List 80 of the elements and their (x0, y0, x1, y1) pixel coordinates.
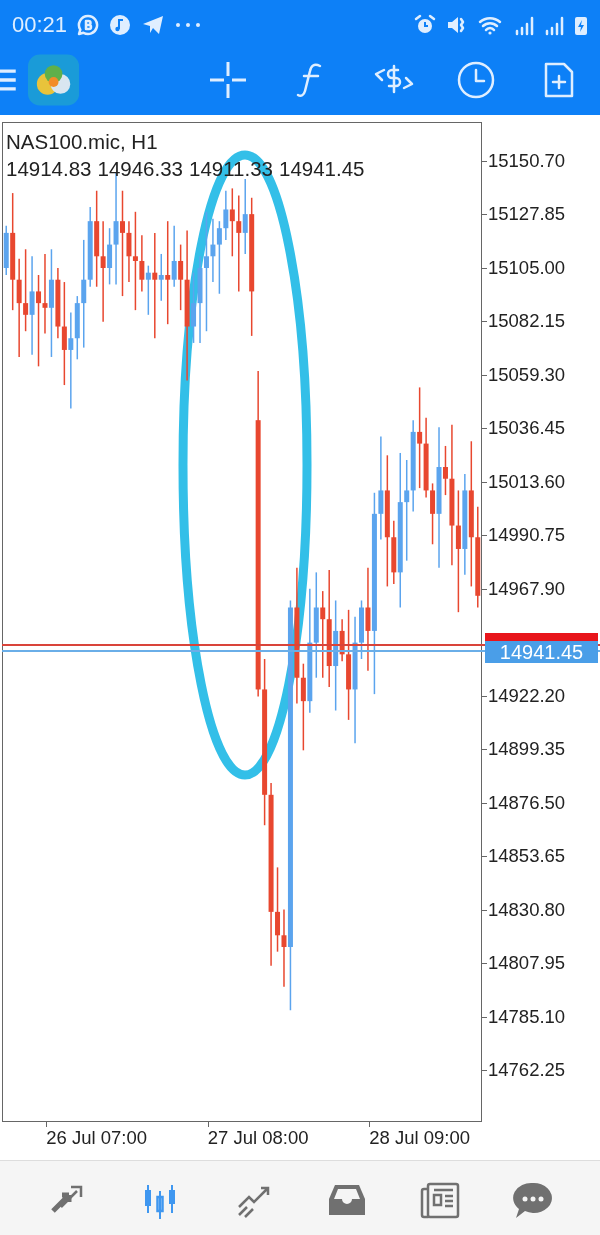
candlestick (203, 211, 209, 332)
candlestick (365, 566, 371, 672)
price-axis-label: 14899.35 (488, 738, 566, 761)
price-axis-label: 14830.80 (488, 899, 566, 921)
candlestick (145, 264, 151, 316)
candlestick (242, 178, 248, 255)
price-axis-label: 15127.85 (488, 203, 566, 226)
candlestick (132, 211, 138, 311)
price-axis-label: 15036.45 (488, 417, 566, 440)
candlestick (16, 257, 22, 358)
candlestick (158, 253, 164, 302)
price-axis-label: 14922.20 (488, 685, 566, 707)
time-axis-label: 27 Jul 08:00 (207, 1127, 309, 1149)
music-note-icon (109, 14, 132, 36)
candlestick (320, 590, 326, 679)
candlestick (275, 866, 281, 953)
candlestick (191, 271, 197, 344)
more-dots-icon (175, 22, 202, 28)
candlestick (42, 253, 48, 335)
candlestick (23, 248, 29, 332)
price-axis-label: 14990.75 (488, 524, 566, 547)
candlestick (404, 459, 410, 562)
candlestick (223, 189, 229, 241)
candlestick (178, 243, 184, 311)
candlestick (229, 187, 235, 258)
price-axis-label: 14876.50 (488, 792, 566, 814)
candlestick (281, 908, 287, 988)
price-axis-label: 14762.25 (488, 1059, 566, 1082)
chat-bubble-icon[interactable] (513, 1180, 554, 1221)
chat-bubble-icon (77, 14, 100, 36)
alarm-clock-icon (414, 14, 436, 36)
candlestick (81, 239, 87, 349)
bid-price-label: 14941.45 (485, 641, 598, 663)
newspaper-icon[interactable] (419, 1180, 460, 1221)
ohlc-value: 14941.45 (279, 157, 365, 181)
candlestick (417, 386, 423, 489)
price-axis-label: 15082.15 (488, 310, 566, 333)
menu-icon[interactable] (0, 67, 18, 92)
price-axis-label: 14853.65 (488, 845, 566, 868)
candlestick (61, 281, 67, 386)
candlestick (126, 220, 132, 283)
clock-icon[interactable] (456, 59, 497, 100)
time-axis-label: 28 Jul 09:00 (369, 1127, 471, 1149)
ohlc-value: 14914.83 (6, 157, 92, 181)
candlestick (171, 225, 177, 288)
crosshair-icon[interactable] (208, 59, 249, 100)
candlestick (120, 189, 125, 297)
candlestick (152, 232, 158, 339)
signal-icon (544, 14, 564, 36)
price-axis-label: 15059.30 (488, 364, 566, 386)
app-logo-icon[interactable] (27, 53, 79, 106)
ohlc-value: 14946.33 (97, 157, 184, 181)
candlestick (107, 227, 113, 286)
price-axis-label: 15013.60 (488, 471, 566, 493)
paper-plane-icon (141, 14, 166, 36)
candlestick (139, 234, 145, 293)
signal-icon (514, 14, 534, 36)
price-axis-label: 15150.70 (488, 150, 566, 172)
time-axis-label: 26 Jul 07:00 (46, 1127, 148, 1149)
candlestick (236, 194, 242, 293)
candlestick (29, 255, 35, 356)
price-axis-label: 14807.95 (488, 952, 566, 975)
symbol-title: NAS100.mic, H1 (6, 130, 159, 154)
candlestick (378, 435, 384, 541)
wifi-icon (478, 14, 504, 36)
candlestick (442, 445, 448, 496)
battery-icon (574, 14, 588, 36)
price-axis-label: 14785.10 (488, 1006, 566, 1028)
candlestick (210, 218, 216, 283)
price-axis-label: 15105.00 (488, 257, 566, 279)
candlestick (430, 482, 436, 546)
candlestick (100, 220, 106, 323)
candlestick (165, 220, 171, 325)
price-axis-label: 14967.90 (488, 578, 566, 600)
candlestick (216, 220, 222, 295)
candlestick (300, 662, 306, 752)
candlestick (36, 274, 42, 368)
status-time: 00:21 (12, 12, 68, 38)
candlestick (68, 311, 74, 410)
candlestick (455, 489, 461, 613)
